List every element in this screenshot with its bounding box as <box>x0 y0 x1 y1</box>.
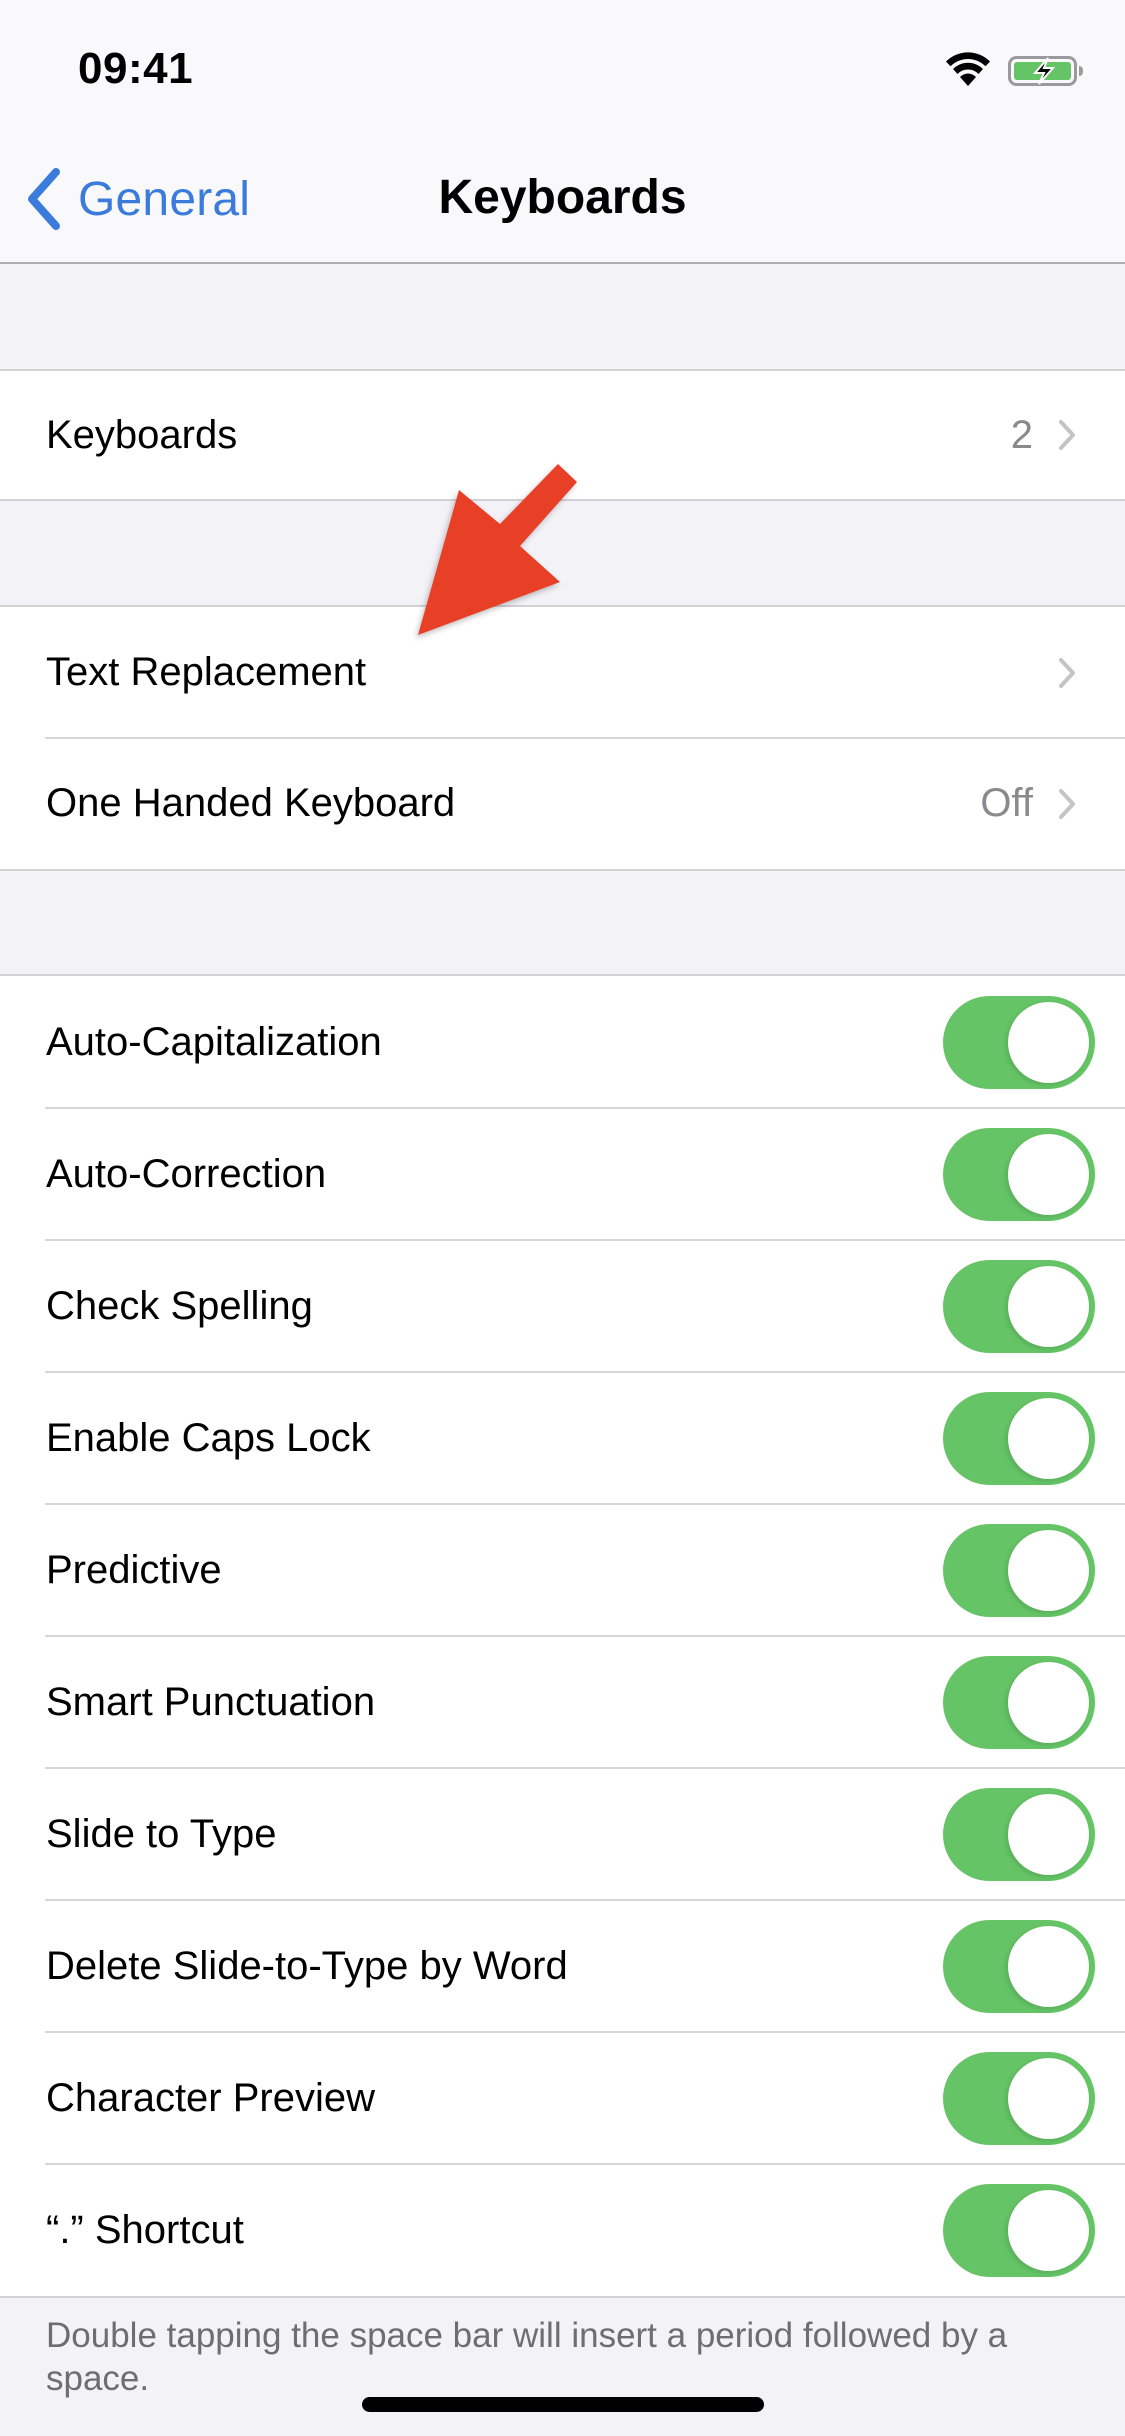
chevron-right-icon <box>1059 788 1075 819</box>
toggle-row-smart-punctuation: Smart Punctuation <box>0 1635 1125 1768</box>
toggles-group: Auto-Capitalization Auto-Correction Chec… <box>0 974 1125 2298</box>
row-label: Keyboards <box>46 412 238 457</box>
enable-caps-lock-toggle[interactable] <box>943 1391 1095 1485</box>
row-label: Character Preview <box>46 2075 376 2120</box>
toggle-knob <box>1008 1397 1089 1479</box>
one-handed-keyboard-row[interactable]: One Handed Keyboard Off <box>0 737 1125 869</box>
predictive-toggle[interactable] <box>943 1523 1095 1617</box>
toggle-knob <box>1008 1793 1089 1875</box>
row-label: Enable Caps Lock <box>46 1415 371 1460</box>
row-label: Predictive <box>46 1547 222 1592</box>
toggle-row-enable-caps-lock: Enable Caps Lock <box>0 1371 1125 1504</box>
row-label: One Handed Keyboard <box>46 781 456 825</box>
toggle-row-delete-slide-to-type-by-word: Delete Slide-to-Type by Word <box>0 1899 1125 2032</box>
row-label: Delete Slide-to-Type by Word <box>46 1943 568 1988</box>
row-label: Auto-Capitalization <box>46 1019 382 1064</box>
delete-slide-to-type-by-word-toggle[interactable] <box>943 1919 1095 2013</box>
text-replacement-row[interactable]: Text Replacement <box>0 607 1125 738</box>
row-label: Text Replacement <box>46 650 367 694</box>
status-bar: 09:41 <box>0 0 1125 140</box>
toggle-knob <box>1008 1265 1089 1347</box>
toggle-row-check-spelling: Check Spelling <box>0 1239 1125 1372</box>
status-time: 09:41 <box>78 44 194 93</box>
toggle-knob <box>1008 1001 1089 1083</box>
chevron-right-icon <box>1059 420 1075 450</box>
row-label: Auto-Correction <box>46 1151 327 1196</box>
row-label: Smart Punctuation <box>46 1679 376 1724</box>
keyboards-count: 2 <box>1010 412 1033 457</box>
toggle-row-period-shortcut: “.” Shortcut <box>0 2163 1125 2296</box>
toggle-row-auto-capitalization: Auto-Capitalization <box>0 976 1125 1108</box>
keyboards-group: Keyboards 2 <box>0 369 1125 501</box>
toggle-row-auto-correction: Auto-Correction <box>0 1107 1125 1240</box>
battery-charging-icon <box>1008 56 1083 86</box>
toggle-row-predictive: Predictive <box>0 1503 1125 1636</box>
toggle-knob <box>1008 1661 1089 1743</box>
period-shortcut-toggle[interactable] <box>943 2183 1095 2277</box>
chevron-right-icon <box>1059 657 1075 688</box>
auto-correction-toggle[interactable] <box>943 1127 1095 1221</box>
row-label: “.” Shortcut <box>46 2207 244 2252</box>
home-indicator[interactable] <box>362 2397 764 2412</box>
toggle-row-slide-to-type: Slide to Type <box>0 1767 1125 1900</box>
row-label: Slide to Type <box>46 1811 277 1856</box>
toggle-row-character-preview: Character Preview <box>0 2031 1125 2164</box>
smart-punctuation-toggle[interactable] <box>943 1655 1095 1749</box>
wifi-icon <box>946 52 990 86</box>
period-shortcut-footnote: Double tapping the space bar will insert… <box>46 2316 1008 2398</box>
navigation-bar: General Keyboards <box>0 140 1125 264</box>
slide-to-type-toggle[interactable] <box>943 1787 1095 1881</box>
auto-capitalization-toggle[interactable] <box>943 995 1095 1089</box>
check-spelling-toggle[interactable] <box>943 1259 1095 1353</box>
page-title: Keyboards <box>438 171 687 224</box>
row-label: Check Spelling <box>46 1283 313 1328</box>
toggle-knob <box>1008 1133 1089 1215</box>
toggle-knob <box>1008 2057 1089 2139</box>
toggle-knob <box>1008 2189 1089 2271</box>
character-preview-toggle[interactable] <box>943 2051 1095 2145</box>
text-input-group: Text Replacement One Handed Keyboard Off <box>0 605 1125 871</box>
toggle-knob <box>1008 1925 1089 2007</box>
one-handed-value: Off <box>980 781 1033 825</box>
toggle-knob <box>1008 1529 1089 1611</box>
keyboards-row[interactable]: Keyboards 2 <box>0 371 1125 499</box>
